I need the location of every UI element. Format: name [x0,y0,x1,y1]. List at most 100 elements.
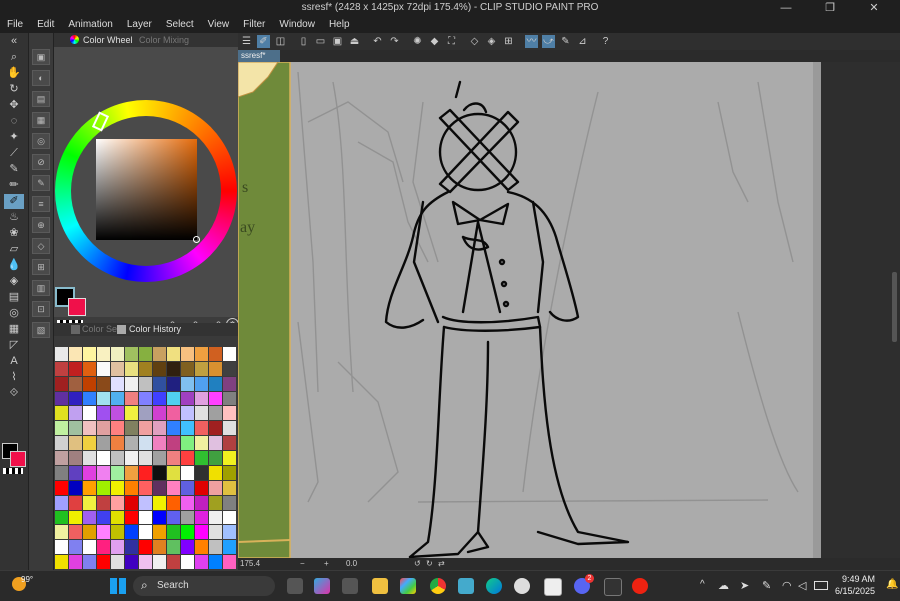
color-history-swatch[interactable] [139,421,152,436]
collapse-icon[interactable]: « [4,34,24,49]
menu-filter[interactable]: Filter [236,17,272,33]
color-history-swatch[interactable] [139,540,152,555]
deselect-icon[interactable]: ◇ [468,35,481,48]
color-history-swatch[interactable] [167,540,180,555]
start-icon[interactable] [110,578,126,594]
color-history-swatch[interactable] [83,555,96,569]
color-history-swatch[interactable] [209,406,222,421]
color-history-swatch[interactable] [83,540,96,555]
color-history-swatch[interactable] [181,406,194,421]
task-view-icon[interactable] [287,578,303,594]
color-history-swatch[interactable] [111,465,124,480]
color-history-swatch[interactable] [209,391,222,406]
color-history-swatch[interactable] [69,436,82,451]
color-history-swatch[interactable] [223,421,236,436]
color-history-swatch[interactable] [209,555,222,569]
color-history-swatch[interactable] [125,376,138,391]
color-history-swatch[interactable] [223,347,236,361]
clock-date[interactable]: 6/15/2025 [835,586,875,596]
color-history-swatch[interactable] [111,451,124,465]
color-history-swatch[interactable] [139,555,152,569]
color-history-swatch[interactable] [195,525,208,540]
sub-color-swatch[interactable] [10,451,26,467]
color-history-swatch[interactable] [55,495,68,510]
color-history-swatch[interactable] [69,361,82,376]
color-history-swatch[interactable] [153,421,166,436]
magic-wand-icon[interactable]: ✦ [4,130,24,145]
color-history-swatch[interactable] [111,376,124,391]
color-history-swatch[interactable] [167,480,180,495]
color-history-swatch[interactable] [195,451,208,465]
sub-tool-6-icon[interactable]: ⊘ [32,154,50,170]
color-history-swatch[interactable] [97,406,110,421]
color-history-swatch[interactable] [111,361,124,376]
location-icon[interactable]: ➤ [740,579,749,592]
color-history-swatch[interactable] [55,451,68,465]
color-history-swatch[interactable] [139,361,152,376]
eyedropper-icon[interactable]: ⟋ [4,146,24,161]
fill-layer-icon[interactable]: ◆ [428,35,441,48]
hand-icon[interactable]: ✋ [4,66,24,81]
lasso-icon[interactable]: ◌ [4,114,24,129]
color-history-swatch[interactable] [209,451,222,465]
color-history-swatch[interactable] [111,540,124,555]
vector-icon[interactable]: ⤻ [542,35,555,48]
color-history-swatch[interactable] [125,421,138,436]
color-history-swatch[interactable] [209,347,222,361]
color-history-swatch[interactable] [69,555,82,569]
view-icon[interactable]: ◫ [274,35,287,48]
transparent-color-swatch[interactable] [3,468,23,474]
color-history-swatch[interactable] [55,347,68,361]
color-history-swatch[interactable] [69,495,82,510]
color-history-swatch[interactable] [195,465,208,480]
notification-icon[interactable]: 🔔 [886,579,898,590]
color-history-swatch[interactable] [125,480,138,495]
color-history-swatch[interactable] [97,525,110,540]
menu-view[interactable]: View [201,17,237,33]
color-history-swatch[interactable] [55,510,68,525]
zoom-icon[interactable]: ⌕ [4,50,24,65]
color-history-swatch[interactable] [97,376,110,391]
color-history-swatch[interactable] [167,361,180,376]
color-history-swatch[interactable] [55,361,68,376]
pencil-icon[interactable]: ✏ [4,178,24,193]
menu-layer[interactable]: Layer [120,17,159,33]
teams-icon[interactable] [342,578,358,594]
color-history-swatch[interactable] [97,347,110,361]
menu-file[interactable]: File [0,17,30,33]
color-history-swatch[interactable] [125,451,138,465]
decoration-icon[interactable]: ❀ [4,226,24,241]
color-history-swatch[interactable] [111,421,124,436]
tab-color-mixing[interactable]: Color Mixing [139,34,189,47]
clock-time[interactable]: 9:49 AM [842,574,875,584]
menu-edit[interactable]: Edit [30,17,61,33]
color-history-swatch[interactable] [167,406,180,421]
invert-selection-icon[interactable]: ◈ [485,35,498,48]
color-history-swatch[interactable] [181,421,194,436]
color-history-swatch[interactable] [139,525,152,540]
color-history-swatch[interactable] [97,495,110,510]
color-history-swatch[interactable] [209,510,222,525]
color-history-swatch[interactable] [153,465,166,480]
color-history-swatch[interactable] [97,480,110,495]
menu-icon[interactable]: ☰ [240,35,253,48]
color-history-swatch[interactable] [83,451,96,465]
color-history-swatch[interactable] [223,406,236,421]
color-history-swatch[interactable] [209,540,222,555]
ruler-snap-icon[interactable]: ⊿ [576,35,589,48]
color-history-swatch[interactable] [139,495,152,510]
onedrive-icon[interactable]: ☁ [718,579,729,592]
color-history-swatch[interactable] [83,480,96,495]
rotation-value[interactable]: 0.0 [346,558,357,570]
color-history-swatch[interactable] [223,480,236,495]
clip-studio-icon[interactable] [514,578,530,594]
color-history-swatch[interactable] [139,406,152,421]
color-history-swatch[interactable] [55,480,68,495]
color-history-swatch[interactable] [195,540,208,555]
color-history-swatch[interactable] [223,361,236,376]
color-history-swatch[interactable] [97,540,110,555]
move-icon[interactable]: ✥ [4,98,24,113]
color-history-swatch[interactable] [111,510,124,525]
color-history-swatch[interactable] [125,465,138,480]
color-history-swatch[interactable] [69,421,82,436]
